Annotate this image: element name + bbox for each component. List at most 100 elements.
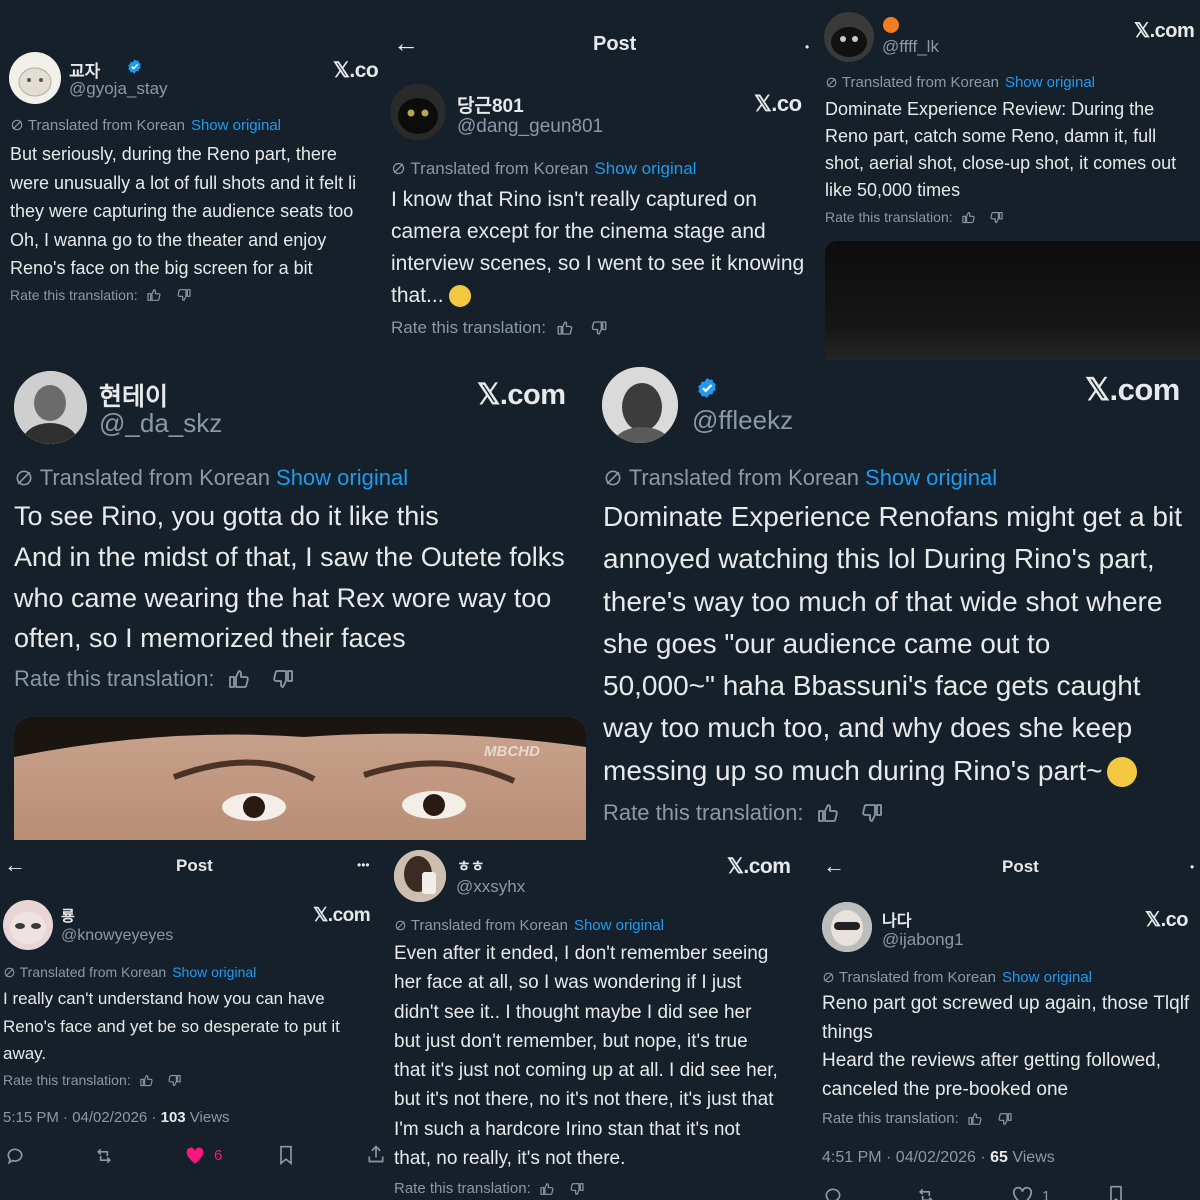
attached-image[interactable] (825, 241, 1200, 360)
reply-icon[interactable] (822, 1186, 844, 1200)
show-original-link[interactable]: Show original (172, 964, 256, 980)
show-original-link[interactable]: Show original (865, 465, 997, 490)
handle[interactable]: @ffff_lk (882, 37, 939, 57)
handle[interactable]: @dang_geun801 (457, 116, 603, 138)
avatar[interactable] (824, 12, 874, 62)
text-line: I really can't understand how you can ha… (3, 989, 325, 1008)
handle[interactable]: @knowyeyeyes (61, 927, 173, 945)
like-heart-icon[interactable] (185, 1146, 205, 1165)
x-logo: 𝕏.com (313, 905, 371, 926)
text-line: annoyed watching this lol During Rino's … (603, 543, 1155, 575)
translation-notice: Translated from Korean Show original (14, 465, 408, 491)
back-arrow-icon[interactable]: ← (4, 852, 26, 878)
share-icon[interactable] (366, 1143, 386, 1165)
avatar[interactable] (14, 371, 87, 444)
thumbs-down-icon[interactable] (989, 210, 1004, 225)
translation-notice: Translated from Korean Show original (3, 964, 256, 980)
handle[interactable]: @xxsyhx (456, 877, 525, 897)
translation-notice: Translated from Korean Show original (394, 917, 664, 934)
show-original-link[interactable]: Show original (1005, 74, 1095, 91)
text-line: messing up so much during Rino's part~ (603, 754, 1103, 786)
avatar[interactable] (394, 850, 446, 902)
cat-character-icon (18, 67, 52, 97)
translated-label: Translated from Korean (19, 964, 167, 980)
x-logo: 𝕏.com (727, 855, 791, 878)
show-original-link[interactable]: Show original (276, 465, 408, 490)
reply-icon[interactable] (5, 1146, 25, 1166)
profile-photo-icon (602, 367, 678, 443)
handle[interactable]: @gyoja_stay (69, 79, 168, 99)
avatar[interactable] (9, 52, 61, 104)
profile-photo-icon (394, 850, 446, 902)
thumbs-up-icon[interactable] (967, 1111, 983, 1127)
thumbs-down-icon[interactable] (860, 801, 884, 825)
handle[interactable]: @_da_skz (99, 408, 222, 439)
thumbs-up-icon[interactable] (816, 801, 840, 825)
thumbs-down-icon[interactable] (271, 667, 295, 691)
thumbs-up-icon[interactable] (961, 210, 976, 225)
text-line: Dominate Experience Renofans might get a… (603, 501, 1182, 532)
text-line: But seriously, during the Reno part, the… (10, 144, 337, 164)
tweet-text: Dominate Experience Review: During the R… (825, 96, 1176, 204)
back-arrow-icon[interactable]: ← (393, 28, 419, 59)
translated-label: Translated from Korean (410, 917, 568, 934)
time-date: 4:51 PM · 04/02/2026 · (822, 1149, 991, 1166)
rate-label: Rate this translation: (14, 666, 215, 691)
text-line: but it's not there, no it's not there, i… (394, 1089, 774, 1111)
text-line: that it's just not coming up at all. I d… (394, 1060, 778, 1082)
text-line: Oh, I wanna go to the theater and enjoy (10, 229, 327, 250)
tweet-text: But seriously, during the Reno part, the… (10, 140, 356, 283)
time-date: 5:15 PM · 04/02/2026 · (3, 1109, 161, 1126)
handle[interactable]: @ffleekz (692, 405, 793, 436)
show-original-link[interactable]: Show original (574, 917, 664, 934)
avatar[interactable] (822, 902, 872, 952)
thumbs-down-icon[interactable] (590, 319, 608, 337)
translation-notice: Translated from Korean Show original (825, 74, 1095, 91)
thumbs-down-icon[interactable] (167, 1073, 182, 1088)
avatar[interactable] (602, 367, 678, 443)
text-line: like 50,000 times (825, 180, 961, 200)
rate-translation: Rate this translation: (10, 287, 192, 303)
thumbs-up-icon[interactable] (539, 1181, 555, 1197)
back-arrow-icon[interactable]: ← (823, 853, 845, 879)
tweet-text: I know that Rino isn't really captured o… (391, 184, 804, 312)
rate-label: Rate this translation: (394, 1180, 531, 1197)
show-original-link[interactable]: Show original (1002, 969, 1092, 986)
like-heart-icon[interactable] (1012, 1186, 1033, 1200)
post-timestamp: 5:15 PM · 04/02/2026 · 103 Views (3, 1109, 230, 1126)
tweet-text: Reno part got screwed up again, those Tl… (822, 990, 1189, 1104)
retweet-icon[interactable] (915, 1186, 937, 1200)
more-options-icon[interactable]: • (805, 40, 809, 54)
text-line: Dominate Experience Review: During the (825, 99, 1155, 119)
attached-image[interactable]: MBCHD (14, 717, 586, 840)
avatar[interactable] (3, 900, 53, 950)
watermark: MBCHD (484, 743, 540, 760)
handle[interactable]: @ijabong1 (882, 930, 964, 950)
show-original-link[interactable]: Show original (594, 159, 696, 178)
rate-label: Rate this translation: (822, 1110, 959, 1127)
avatar[interactable] (390, 84, 446, 140)
show-original-link[interactable]: Show original (191, 117, 281, 134)
text-line: Reno part got screwed up again, those Tl… (822, 993, 1190, 1014)
rate-translation: Rate this translation: (14, 666, 295, 692)
thumbs-up-icon[interactable] (139, 1073, 154, 1088)
translate-icon (10, 118, 24, 132)
translated-label: Translated from Korean (838, 969, 996, 986)
thumbs-up-icon[interactable] (556, 319, 574, 337)
orange-emoji-icon (883, 17, 899, 33)
text-line: she goes "our audience came out to (603, 627, 1051, 659)
thumbs-down-icon[interactable] (176, 287, 192, 303)
thumbs-down-icon[interactable] (569, 1181, 585, 1197)
bookmark-icon[interactable] (1107, 1185, 1125, 1200)
thumbs-up-icon[interactable] (227, 667, 251, 691)
text-line: things (822, 1021, 873, 1043)
more-options-icon[interactable]: • (1190, 860, 1194, 874)
thumbs-down-icon[interactable] (997, 1111, 1013, 1127)
thumbs-up-icon[interactable] (146, 287, 162, 303)
translate-icon (3, 966, 16, 979)
retweet-icon[interactable] (93, 1146, 115, 1166)
black-cat-icon (831, 27, 867, 57)
bookmark-icon[interactable] (277, 1145, 295, 1165)
display-name: 룡 (61, 908, 75, 925)
more-options-icon[interactable]: ••• (357, 858, 370, 872)
